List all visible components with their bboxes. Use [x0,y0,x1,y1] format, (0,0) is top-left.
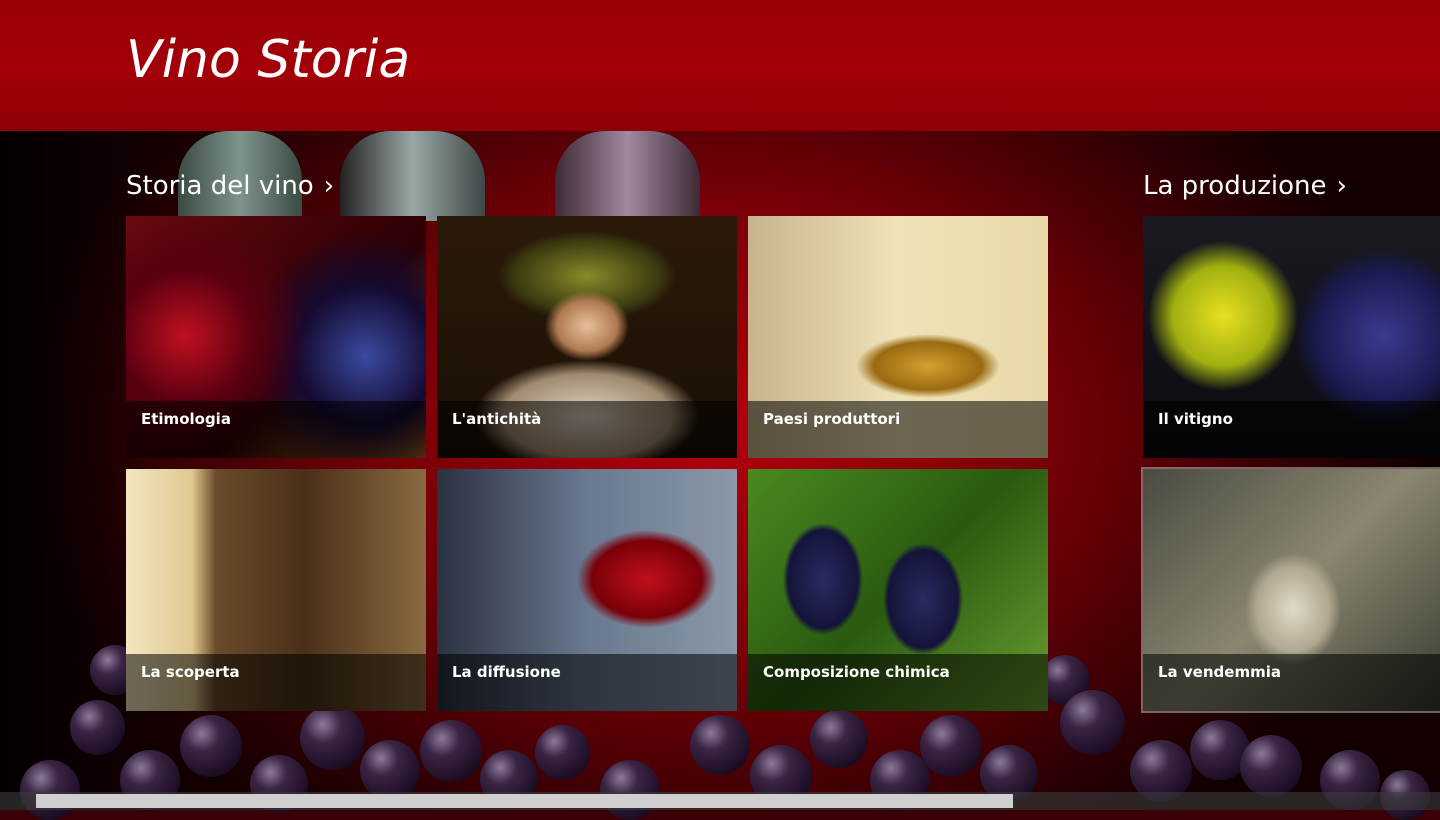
app-title: Vino Storia [126,30,411,90]
tile-label: Composizione chimica [763,663,950,681]
tile-label: La diffusione [452,663,561,681]
group-title: La produzione [1143,171,1327,201]
tile-label: La scoperta [141,663,240,681]
tile-la-scoperta[interactable]: La scoperta [126,469,426,711]
scrollbar-thumb[interactable] [36,794,1013,808]
group-title: Storia del vino [126,171,314,201]
tile-label: Paesi produttori [763,410,901,428]
scroll-right-icon[interactable]: › [1408,792,1426,810]
scroll-left-icon[interactable]: ‹ [14,792,32,810]
chevron-right-icon: › [1336,171,1347,201]
app-header: Vino Storia [0,0,1440,131]
group-header-la-produzione[interactable]: La produzione › [1143,168,1347,204]
tile-etimologia[interactable]: Etimologia [126,216,426,458]
background-bottle [555,131,700,221]
tile-label: L'antichità [452,410,542,428]
background-bottle [340,131,485,221]
tile-label: La vendemmia [1158,663,1281,681]
tile-il-vitigno[interactable]: Il vitigno [1143,216,1440,458]
tile-composizione-chimica[interactable]: Composizione chimica [748,469,1048,711]
tile-la-vendemmia[interactable]: La vendemmia [1141,467,1440,713]
tile-label: Il vitigno [1158,410,1233,428]
group-header-storia-del-vino[interactable]: Storia del vino › [126,168,334,204]
tile-paesi-produttori[interactable]: Paesi produttori [748,216,1048,458]
tile-antichita[interactable]: L'antichità [437,216,737,458]
tile-la-diffusione[interactable]: La diffusione [437,469,737,711]
tile-label: Etimologia [141,410,231,428]
chevron-right-icon: › [323,171,335,201]
